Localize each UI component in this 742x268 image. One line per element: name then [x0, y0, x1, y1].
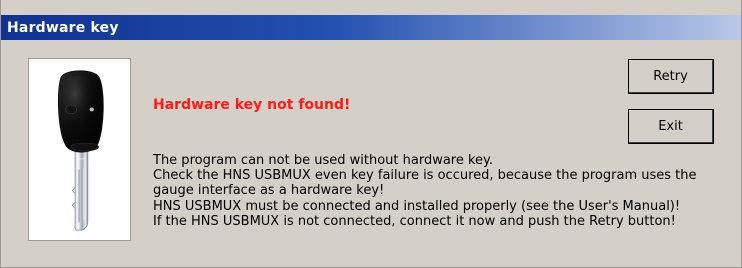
- retry-button[interactable]: Retry: [628, 59, 714, 94]
- message-line: Check the HNS USBMUX even key failure is…: [153, 168, 697, 199]
- exit-button[interactable]: Exit: [628, 109, 714, 144]
- hardware-key-error-message: Hardware key not found!: [153, 97, 351, 113]
- dialog-message: The program can not be used without hard…: [153, 153, 733, 229]
- dialog-title: Hardware key: [7, 19, 119, 36]
- message-line: HNS USBMUX must be connected and install…: [153, 198, 681, 214]
- hardware-key-icon: [29, 59, 130, 240]
- message-line: If the HNS USBMUX is not connected, conn…: [153, 213, 676, 229]
- hardware-key-dialog: Hardware key Hardware key not found! The…: [0, 0, 742, 268]
- message-line: The program can not be used without hard…: [153, 153, 494, 168]
- hardware-key-image-frame: [28, 58, 131, 241]
- dialog-title-bar[interactable]: Hardware key: [1, 15, 741, 40]
